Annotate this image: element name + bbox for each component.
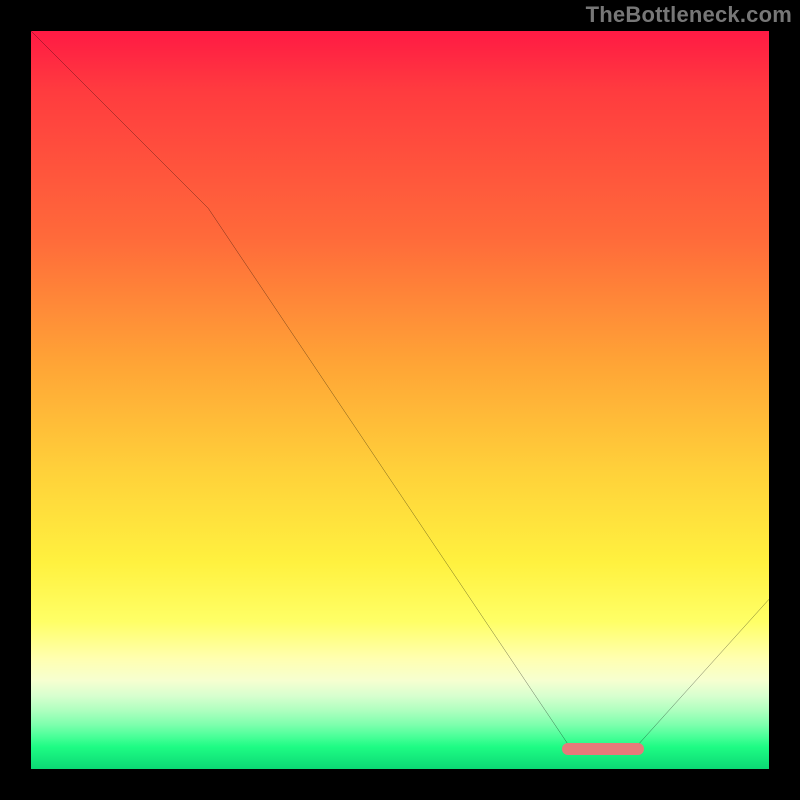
optimal-range-marker [562,743,643,755]
watermark-text: TheBottleneck.com [586,2,792,28]
plot-area [31,31,769,769]
bottleneck-curve-path [31,31,769,747]
chart-frame: TheBottleneck.com [0,0,800,800]
chart-svg [31,31,769,769]
